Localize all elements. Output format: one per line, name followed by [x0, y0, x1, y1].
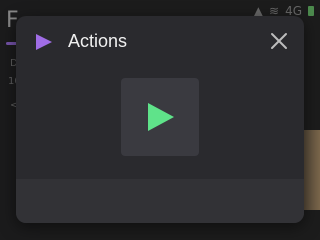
dialog-header: Actions — [16, 16, 304, 68]
battery-icon — [308, 6, 314, 16]
background-image-thumbnail — [302, 130, 320, 210]
play-icon — [148, 103, 174, 131]
close-icon — [271, 33, 287, 49]
dialog-title: Actions — [68, 31, 128, 51]
play-action-tile[interactable] — [121, 78, 199, 156]
play-triangle-icon — [36, 34, 52, 50]
actions-dialog: Actions — [16, 16, 304, 223]
dialog-footer — [16, 179, 304, 223]
close-button[interactable] — [268, 30, 290, 52]
